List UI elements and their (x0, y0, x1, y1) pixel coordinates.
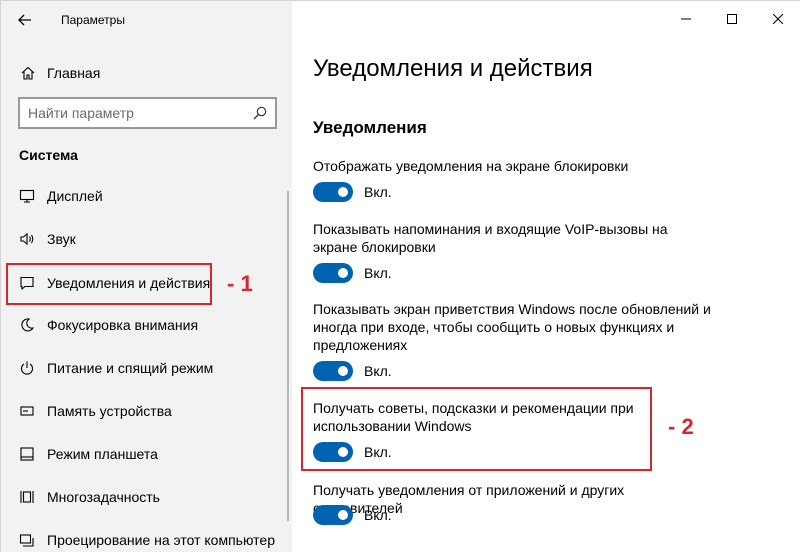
sidebar-item-label: Звук (47, 231, 76, 247)
search-icon[interactable] (253, 106, 267, 120)
sidebar-item-power[interactable]: Питание и спящий режим (1, 348, 292, 388)
annotation-label-1: - 1 (227, 271, 253, 296)
toggle-knob (338, 268, 348, 278)
toggle-knob (338, 510, 348, 520)
toggle-state-label: Вкл. (364, 507, 392, 523)
minimize-button[interactable] (663, 1, 709, 37)
sidebar-item-sound[interactable]: Звук (1, 219, 292, 259)
toggle-state-label: Вкл. (364, 184, 392, 200)
minimize-icon (681, 18, 691, 20)
search-box (18, 97, 277, 129)
title-bar: Параметры (1, 1, 292, 37)
monitor-icon (19, 189, 35, 203)
maximize-icon (727, 14, 737, 24)
nav-home-label: Главная (47, 65, 101, 81)
power-icon (20, 361, 34, 375)
speaker-icon (20, 232, 34, 246)
sidebar-item-label: Проецирование на этот компьютер (47, 532, 275, 548)
nav-home[interactable]: Главная (1, 57, 292, 89)
app-title: Параметры (61, 13, 125, 27)
storage-icon (20, 406, 34, 416)
sidebar-item-label: Питание и спящий режим (47, 360, 214, 376)
annotation-box-1 (6, 263, 212, 305)
sidebar-item-label: Режим планшета (47, 446, 158, 462)
sidebar-item-label: Память устройства (47, 403, 172, 419)
sidebar-item-label: Многозадачность (47, 489, 160, 505)
annotation-box-2 (301, 387, 652, 471)
app-notifications-toggle[interactable] (313, 505, 353, 525)
setting-voip-reminders-row: Вкл. (313, 262, 392, 284)
toggle-knob (338, 366, 348, 376)
toggle-knob (338, 187, 348, 197)
setting-welcome-experience-label: Показывать экран приветствия Windows пос… (313, 301, 711, 353)
setting-lockscreen-notifications-label: Отображать уведомления на экране блокиро… (313, 158, 629, 174)
multitasking-icon (20, 491, 34, 503)
projecting-icon (19, 534, 34, 547)
sidebar-section-title: Система (19, 147, 78, 163)
welcome-experience-toggle[interactable] (313, 361, 353, 381)
toggle-state-label: Вкл. (364, 265, 392, 281)
sidebar-scrollbar[interactable] (287, 191, 289, 521)
page-title: Уведомления и действия (313, 55, 593, 82)
home-icon (21, 66, 35, 80)
sidebar-item-display[interactable]: Дисплей (1, 176, 292, 216)
back-button[interactable] (13, 9, 37, 31)
moon-icon (21, 318, 35, 332)
setting-welcome-experience-row: Вкл. (313, 360, 392, 382)
lockscreen-notifications-toggle[interactable] (313, 182, 353, 202)
search-input[interactable] (28, 104, 238, 122)
annotation-label-2: - 2 (668, 414, 694, 439)
sidebar-item-multitasking[interactable]: Многозадачность (1, 477, 292, 517)
setting-voip-reminders-label: Показывать напоминания и входящие VoIP-в… (313, 221, 668, 255)
sidebar-item-focus-assist[interactable]: Фокусировка внимания (1, 305, 292, 345)
tablet-icon (20, 447, 34, 461)
sidebar-item-label: Дисплей (47, 188, 103, 204)
close-icon (773, 14, 783, 24)
toggle-state-label: Вкл. (364, 363, 392, 379)
sidebar-item-projecting[interactable]: Проецирование на этот компьютер (1, 520, 292, 552)
sidebar-item-tablet-mode[interactable]: Режим планшета (1, 434, 292, 474)
voip-reminders-toggle[interactable] (313, 263, 353, 283)
window-controls (663, 1, 800, 37)
setting-app-notifications-row: Вкл. (313, 504, 392, 526)
close-button[interactable] (755, 1, 800, 37)
back-arrow-icon (18, 14, 31, 26)
section-title: Уведомления (313, 118, 427, 137)
settings-window: Параметры Главная Система Дисплей (0, 0, 800, 552)
sidebar-item-label: Фокусировка внимания (47, 317, 199, 333)
maximize-button[interactable] (709, 1, 755, 37)
setting-lockscreen-notifications-row: Вкл. (313, 181, 392, 203)
sidebar-item-storage[interactable]: Память устройства (1, 391, 292, 431)
